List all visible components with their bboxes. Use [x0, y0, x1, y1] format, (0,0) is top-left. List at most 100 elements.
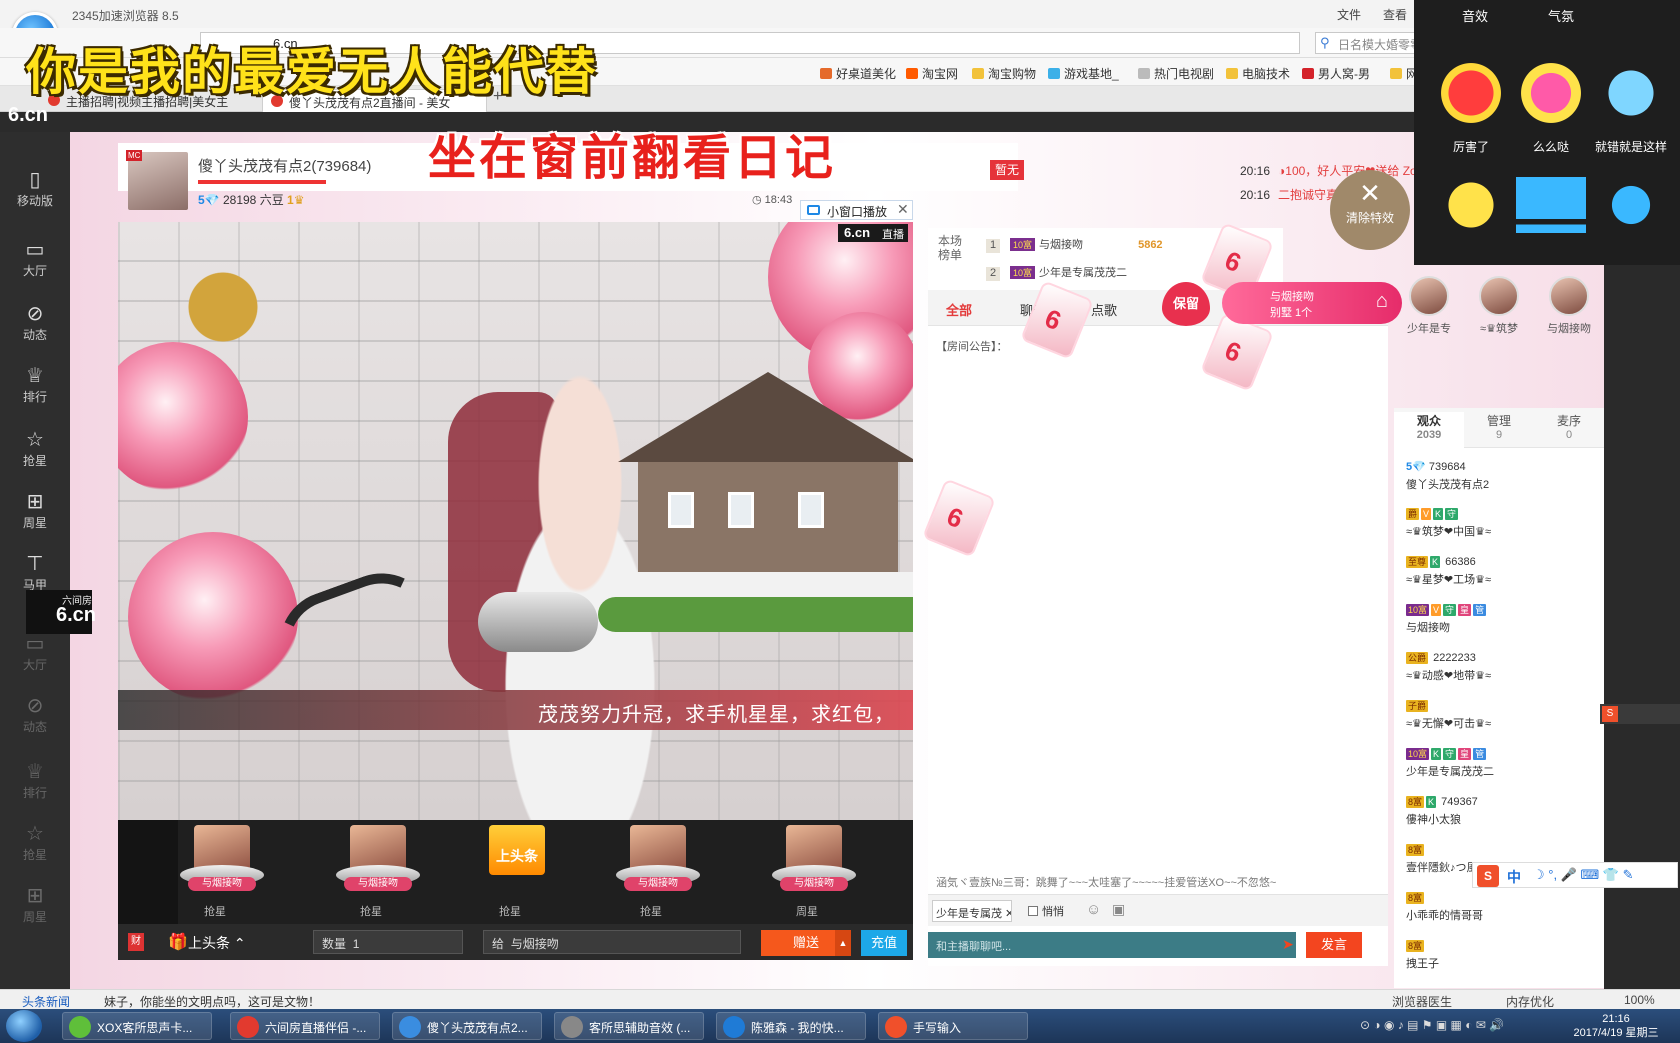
ime-mode[interactable]: 中 [1507, 867, 1521, 887]
news-label[interactable]: 头条新闻 [22, 993, 70, 1010]
tab-admins[interactable]: 管理 9 [1464, 412, 1534, 441]
guard-item[interactable]: ≈♛筑梦 [1464, 276, 1534, 336]
taskbar: XOX客所思声卡... 六间房直播伴侣 -... 傻丫头茂茂有点2... 客所思… [0, 1009, 1680, 1043]
gift-item[interactable]: 与烟接吻 抢星 [336, 825, 420, 918]
tab-atmosphere[interactable]: 气氛 [1548, 6, 1574, 25]
rank-title[interactable]: 本场榜单 [938, 234, 968, 262]
chat-options-row: 少年是专属茂 ✕ 悄悄 ☺ ▣ [928, 894, 1388, 926]
start-button[interactable] [6, 1010, 42, 1042]
taskbar-item[interactable]: 陈雅森 - 我的快... [716, 1012, 866, 1040]
clear-effects-button[interactable]: ✕ 清除特效 [1330, 170, 1410, 250]
recharge-button[interactable]: 充值 [861, 930, 907, 956]
quantity-field[interactable]: 数量 1 [313, 930, 463, 954]
gift-item[interactable]: 与烟接吻 抢星 [616, 825, 700, 918]
list-item[interactable]: 子爵 ≈♛无懈❤可击♛≈ [1406, 700, 1491, 731]
taskbar-item[interactable]: 客所思辅助音效 (... [554, 1012, 704, 1040]
bookmark-item[interactable]: 淘宝网 [906, 65, 958, 82]
menu-view[interactable]: 查看 [1383, 6, 1407, 23]
nav-feed[interactable]: ⊘ 动态 [0, 302, 70, 343]
chat-recipient-field[interactable]: 少年是专属茂 ✕ [932, 900, 1012, 922]
menu-file[interactable]: 文件 [1337, 6, 1361, 23]
bookmark-item[interactable]: 电脑技术 [1226, 65, 1290, 82]
tv-icon: ▭ [25, 633, 45, 655]
sticker-kiss[interactable] [1516, 58, 1586, 128]
bookmark-item[interactable]: 热门电视剧 [1138, 65, 1214, 82]
bookmark-item[interactable]: 游戏基地_ [1048, 65, 1119, 82]
list-item[interactable]: 公爵 2222233 ≈♛动感❤地带♛≈ [1406, 652, 1491, 683]
close-icon[interactable]: ✕ [897, 201, 909, 218]
nav-ghost-rank: ♕ 排行 [0, 760, 70, 801]
tab-mic-queue[interactable]: 麦序 0 [1534, 412, 1604, 441]
image-icon[interactable]: ▣ [1112, 901, 1125, 918]
news-ticker[interactable]: 妹子，你能坐的文明点吗，这可是文物！ [104, 993, 320, 1010]
taskbar-item[interactable]: XOX客所思声卡... [62, 1012, 212, 1040]
chevron-up-icon[interactable]: ▲ [835, 930, 851, 956]
wealth-icon[interactable]: 财 [128, 933, 144, 951]
headline-button[interactable]: 上头条 ⌃ [188, 933, 246, 953]
nav-grab-star[interactable]: ☆ 抢星 [0, 428, 70, 469]
taskbar-item[interactable]: 手写输入 [878, 1012, 1028, 1040]
tab-audience[interactable]: 观众 2039 [1394, 412, 1464, 448]
list-item[interactable]: 10富 K 守皇管少年是专属茂茂二 [1406, 748, 1494, 779]
list-item[interactable]: 10富 V 守皇管与烟接吻 [1406, 604, 1488, 635]
list-item[interactable]: 8富 拽王子 [1406, 940, 1439, 971]
guard-item[interactable]: 少年是专 [1394, 276, 1464, 336]
taskbar-item[interactable]: 六间房直播伴侣 -... [230, 1012, 380, 1040]
video-player[interactable]: 茂茂努力升冠，求手机星星，求红包， [118, 222, 913, 820]
list-item[interactable]: 8富 K 749367 僂神小太狼 [1406, 796, 1478, 827]
sticker-awesome[interactable] [1436, 58, 1506, 128]
nav-hall[interactable]: ▭ 大厅 [0, 238, 70, 279]
bookmark-item[interactable]: 男人窝-男 [1302, 65, 1370, 82]
sticker-question[interactable] [1596, 170, 1666, 240]
taskbar-clock[interactable]: 21:16 2017/4/19 星期三 [1566, 1012, 1666, 1040]
list-item[interactable]: 至尊 K 66386 ≈♛星梦❤工场♛≈ [1406, 556, 1491, 587]
give-button[interactable]: 赠送 ▲ [761, 930, 851, 956]
compass-icon: ⊘ [26, 695, 44, 717]
tv-icon [807, 205, 820, 215]
ime-tools-icon[interactable]: ☽ °, 🎤 ⌨ 👕 ✎ [1533, 867, 1634, 883]
rank-row[interactable]: 2 10富 少年是专属茂茂二 [986, 264, 1127, 281]
anchor-progress [198, 180, 326, 184]
nav-week-star[interactable]: ⊞ 周星 [0, 490, 70, 531]
sticker-exclaim[interactable] [1516, 170, 1586, 240]
room-notice: 【房间公告】： [936, 341, 1008, 353]
guard-item[interactable]: 与烟接吻 [1534, 276, 1604, 336]
anchor-name[interactable]: 傻丫头茂茂有点2(739684) [198, 155, 371, 176]
rank-row[interactable]: 1 10富 与烟接吻 5862 [986, 236, 1163, 253]
sticker-yes[interactable] [1596, 58, 1666, 128]
taskbar-item[interactable]: 傻丫头茂茂有点2... [392, 1012, 542, 1040]
sticker-bite-me[interactable] [1436, 170, 1506, 240]
system-tray[interactable]: ⊙ ◑ ◉ ♪ ▤ ⚑ ▣ ▦ ◐ ✉ 🔊 [1360, 1018, 1504, 1032]
site-logo[interactable]: 6.cn [8, 104, 48, 127]
keep-badge[interactable]: 保留 [1162, 282, 1210, 326]
ime-toolbar[interactable]: S 中 ☽ °, 🎤 ⌨ 👕 ✎ [1472, 862, 1678, 888]
emoji-icon[interactable]: ☺ [1086, 901, 1101, 918]
pause-flag: 暂无 [990, 160, 1024, 180]
gift-item[interactable]: 与烟接吻 抢星 [180, 825, 264, 918]
tab-sound[interactable]: 音效 [1462, 6, 1488, 25]
tab-song[interactable]: 点歌 [1091, 300, 1117, 319]
list-item[interactable]: 爵 V K 守 ≈♛筑梦❤中国♛≈ [1406, 508, 1491, 539]
nav-rank[interactable]: ♕ 排行 [0, 364, 70, 405]
zoom-level[interactable]: 100% [1624, 993, 1655, 1007]
gift-item[interactable]: 与烟接吻 周星 [772, 825, 856, 918]
whisper-toggle[interactable]: 悄悄 [1028, 903, 1064, 919]
bookmark-item[interactable]: 淘宝购物 [972, 65, 1036, 82]
list-item[interactable]: 5💎 739684 傻丫头茂茂有点2 [1406, 460, 1489, 492]
crown-icon: ♕ [26, 761, 44, 783]
nav-vest[interactable]: ⊤ 马甲 [0, 552, 70, 593]
bookmark-item[interactable]: 好桌道美化 [820, 65, 896, 82]
tab-all[interactable]: 全部 [946, 300, 972, 319]
sogou-mini-bar[interactable]: S [1600, 704, 1680, 724]
send-message-button[interactable]: 发言 [1306, 932, 1362, 958]
memory-optimize[interactable]: 内存优化 [1506, 993, 1554, 1010]
avatar[interactable]: MC [126, 150, 188, 210]
gift-headline[interactable]: 上头条 抢星 [475, 825, 559, 918]
nav-mobile[interactable]: ▯ 移动版 [0, 168, 70, 209]
chat-input[interactable]: 和主播聊聊吧... [928, 932, 1296, 958]
browser-doctor[interactable]: 浏览器医生 [1392, 993, 1452, 1010]
left-nav: ▯ 移动版 ▭ 大厅 ⊘ 动态 ♕ 排行 ☆ 抢星 ⊞ 周星 ⊤ 马甲 ▭ 大厅 ⊘ 动态 ♕ 排行… [0, 132, 70, 989]
recipient-field[interactable]: 给 与烟接吻 [483, 930, 741, 954]
mini-window-button[interactable]: 小窗口播放 ✕ [800, 200, 913, 220]
list-item[interactable]: 8富 小乖乖的情哥哥 [1406, 892, 1483, 923]
